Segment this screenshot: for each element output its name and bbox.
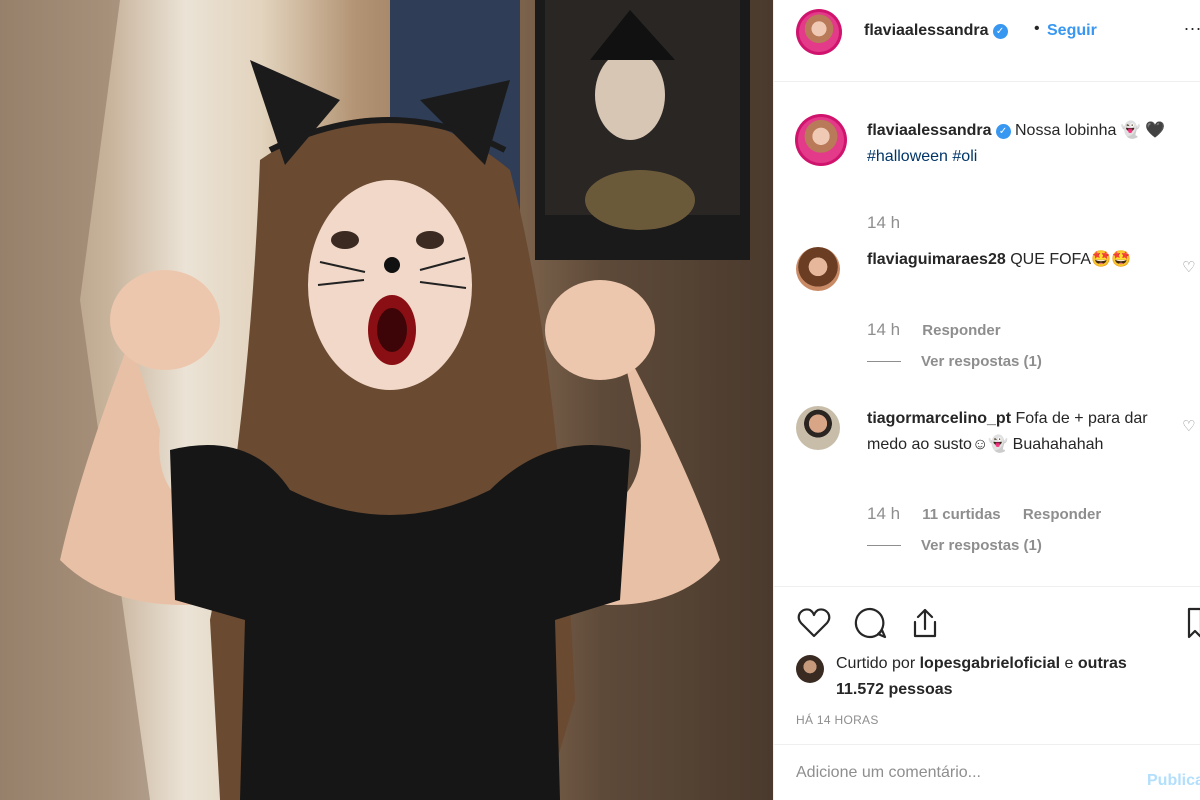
follow-button[interactable]: Seguir <box>1047 22 1097 40</box>
comment-meta: 14 h 11 curtidas Responder <box>867 504 1119 524</box>
comment-time[interactable]: 14 h <box>867 320 900 339</box>
comment-avatar[interactable] <box>796 247 840 291</box>
author-username-text[interactable]: flaviaalessandra <box>864 22 989 39</box>
caption: flaviaalessandra ✓ Nossa lobinha 👻 🖤 #hal… <box>867 118 1197 170</box>
comment: flaviaguimaraes28 QUE FOFA🤩🤩 <box>867 247 1157 273</box>
view-replies-button[interactable]: Ver respostas (1) <box>867 537 1042 554</box>
comment-meta: 14 h Responder <box>867 320 1019 340</box>
view-replies-button[interactable]: Ver respostas (1) <box>867 353 1042 370</box>
comment-bubble-icon[interactable] <box>852 605 888 641</box>
caption-username[interactable]: flaviaalessandra <box>867 122 992 139</box>
photo-illustration <box>0 0 750 800</box>
author-username[interactable]: flaviaalessandra ✓ <box>864 22 1008 40</box>
view-replies-label[interactable]: Ver respostas (1) <box>921 537 1042 554</box>
comment-username[interactable]: flaviaguimaraes28 <box>867 251 1006 268</box>
comment-avatar[interactable] <box>796 406 840 450</box>
post-photo[interactable] <box>0 0 773 800</box>
header-separator: • <box>1034 20 1040 37</box>
view-replies-label[interactable]: Ver respostas (1) <box>921 353 1042 370</box>
share-icon[interactable] <box>907 605 943 641</box>
comment-time[interactable]: 14 h <box>867 504 900 523</box>
caption-avatar[interactable] <box>795 114 847 166</box>
likes-text: Curtido por lopesgabrieloficial e outras… <box>836 651 1136 703</box>
post-actions: Curtido por lopesgabrieloficial e outras… <box>774 586 1200 746</box>
add-comment-bar: Publicar <box>774 744 1200 800</box>
more-options-icon[interactable]: ... <box>1184 14 1200 35</box>
post-time-ago[interactable]: HÁ 14 HORAS <box>796 713 879 727</box>
comment: tiagormarcelino_pt Fofa de + para dar me… <box>867 406 1157 458</box>
comment-reply-button[interactable]: Responder <box>1023 506 1101 523</box>
publish-button[interactable]: Publicar <box>1147 772 1200 790</box>
post-header: flaviaalessandra✓ • Seguir ... <box>774 0 1200 82</box>
comment-text: QUE FOFA🤩🤩 <box>1010 251 1131 268</box>
verified-icon: ✓ <box>992 24 1008 39</box>
like-heart-icon[interactable] <box>796 605 832 641</box>
author-avatar[interactable] <box>796 9 842 55</box>
bookmark-icon[interactable] <box>1186 605 1200 641</box>
comment-reply-button[interactable]: Responder <box>922 322 1000 339</box>
caption-hashtags[interactable]: #halloween #oli <box>867 148 977 165</box>
verified-icon: ✓ <box>995 124 1011 139</box>
likes-connector: e <box>1064 655 1074 672</box>
likes-prefix: Curtido por <box>836 655 916 672</box>
liker-avatar[interactable] <box>796 655 824 683</box>
comment-like-icon[interactable]: ♡ <box>1182 417 1195 435</box>
comment-like-icon[interactable]: ♡ <box>1182 258 1195 276</box>
likes-user[interactable]: lopesgabrieloficial <box>920 655 1060 672</box>
comment-input[interactable] <box>796 759 1126 787</box>
replies-divider <box>867 545 901 546</box>
caption-text: Nossa lobinha 👻 🖤 <box>1014 122 1166 139</box>
comment-likes-count[interactable]: 11 curtidas <box>922 506 1000 523</box>
comment-username[interactable]: tiagormarcelino_pt <box>867 410 1011 427</box>
caption-time[interactable]: 14 h <box>867 213 900 233</box>
post-detail-panel: flaviaalessandra✓ • Seguir ... flaviaale… <box>773 0 1200 800</box>
replies-divider <box>867 361 901 362</box>
